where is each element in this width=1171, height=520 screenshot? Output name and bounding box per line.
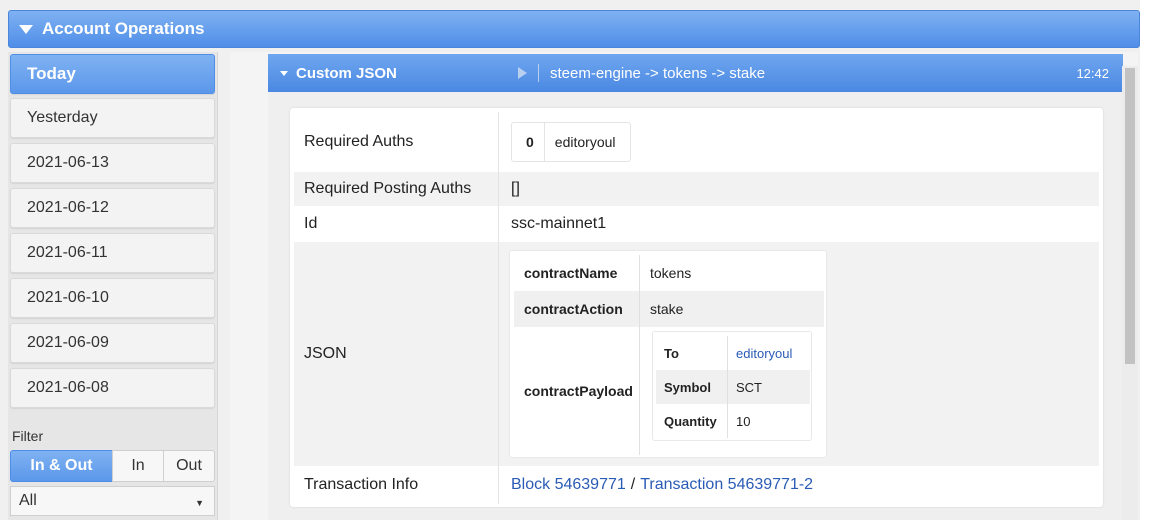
filter-out[interactable]: Out	[163, 450, 215, 482]
filter-in-and-out[interactable]: In & Out	[10, 450, 113, 482]
day-button[interactable]: 2021-06-10	[10, 278, 215, 318]
window-edge	[1140, 0, 1171, 520]
payload-to-link[interactable]: editoryoul	[736, 346, 792, 361]
vertical-scrollbar[interactable]	[1122, 66, 1138, 520]
contract-name-label: contractName	[514, 255, 640, 291]
day-button[interactable]: 2021-06-08	[10, 368, 215, 408]
id-label: Id	[294, 206, 499, 242]
contract-action-value: stake	[650, 301, 684, 317]
operation-type-select[interactable]: All ▼	[10, 486, 215, 516]
row-id: Id ssc-mainnet1	[294, 206, 1099, 242]
payload-symbol-value: SCT	[736, 379, 762, 395]
contract-payload-label: contractPayload	[514, 327, 640, 455]
day-button-yesterday[interactable]: Yesterday	[10, 98, 215, 138]
day-button[interactable]: 2021-06-13	[10, 143, 215, 183]
json-label: JSON	[294, 242, 499, 466]
payload-symbol-label: Symbol	[656, 370, 728, 404]
auth-name: editoryoul	[554, 134, 616, 150]
collapse-triangle-icon	[280, 70, 288, 76]
row-json: JSON contractName tokens contractAction …	[294, 242, 1099, 466]
row-transaction-info: Transaction Info Block 54639771 / Transa…	[294, 466, 1099, 504]
operation-header[interactable]: Custom JSON steem-engine -> tokens -> st…	[268, 54, 1123, 92]
operation-body: Required Auths 0 editoryoul Required Pos…	[268, 92, 1123, 520]
block-link[interactable]: Block 54639771	[511, 476, 626, 494]
select-value: All	[19, 492, 37, 509]
required-posting-auths-value: []	[511, 180, 520, 197]
section-header-account-operations[interactable]: Account Operations	[8, 10, 1140, 48]
contract-action-label: contractAction	[514, 291, 640, 327]
payload-card: To editoryoul Symbol SCT Quantity 10	[652, 331, 812, 441]
required-auths-label: Required Auths	[294, 112, 499, 172]
json-row-contract-payload: contractPayload To editoryoul Symbol SCT	[514, 327, 824, 455]
required-posting-auths-label: Required Posting Auths	[294, 172, 499, 206]
json-card: contractName tokens contractAction stake…	[509, 250, 827, 458]
link-separator: /	[630, 476, 636, 493]
auth-chip: 0 editoryoul	[511, 122, 631, 162]
row-required-auths: Required Auths 0 editoryoul	[294, 112, 1099, 172]
id-value: ssc-mainnet1	[511, 215, 607, 232]
filter-label: Filter	[12, 428, 44, 444]
day-button[interactable]: 2021-06-11	[10, 233, 215, 273]
payload-quantity-label: Quantity	[656, 404, 728, 438]
scrollbar-thumb[interactable]	[1125, 68, 1135, 364]
operation-time: 12:42	[1076, 66, 1109, 81]
collapse-triangle-icon	[19, 24, 33, 34]
payload-row-symbol: Symbol SCT	[656, 370, 810, 404]
day-button[interactable]: 2021-06-12	[10, 188, 215, 228]
payload-row-quantity: Quantity 10	[656, 404, 810, 438]
json-row-contract-name: contractName tokens	[514, 255, 824, 291]
payload-quantity-value: 10	[736, 413, 751, 429]
operation-path: steem-engine -> tokens -> stake	[550, 65, 766, 82]
transaction-info-label: Transaction Info	[294, 466, 499, 504]
day-sidebar: Today Yesterday 2021-06-13 2021-06-12 20…	[8, 52, 218, 520]
filter-in[interactable]: In	[112, 450, 164, 482]
details-card: Required Auths 0 editoryoul Required Pos…	[290, 108, 1103, 507]
section-title: Account Operations	[42, 19, 205, 38]
payload-to-label: To	[656, 336, 728, 370]
operations-panel: Custom JSON steem-engine -> tokens -> st…	[230, 52, 1138, 520]
chevron-down-icon: ▼	[195, 498, 204, 508]
transaction-link[interactable]: Transaction 54639771-2	[640, 476, 813, 494]
day-button[interactable]: 2021-06-09	[10, 323, 215, 363]
divider	[538, 64, 539, 82]
play-icon	[518, 67, 527, 79]
operation-type: Custom JSON	[296, 64, 397, 82]
payload-row-to: To editoryoul	[656, 336, 810, 370]
auth-index: 0	[512, 123, 545, 161]
row-required-posting-auths: Required Posting Auths []	[294, 172, 1099, 206]
json-row-contract-action: contractAction stake	[514, 291, 824, 327]
contract-name-value: tokens	[650, 265, 692, 281]
day-button-today[interactable]: Today	[10, 54, 215, 94]
